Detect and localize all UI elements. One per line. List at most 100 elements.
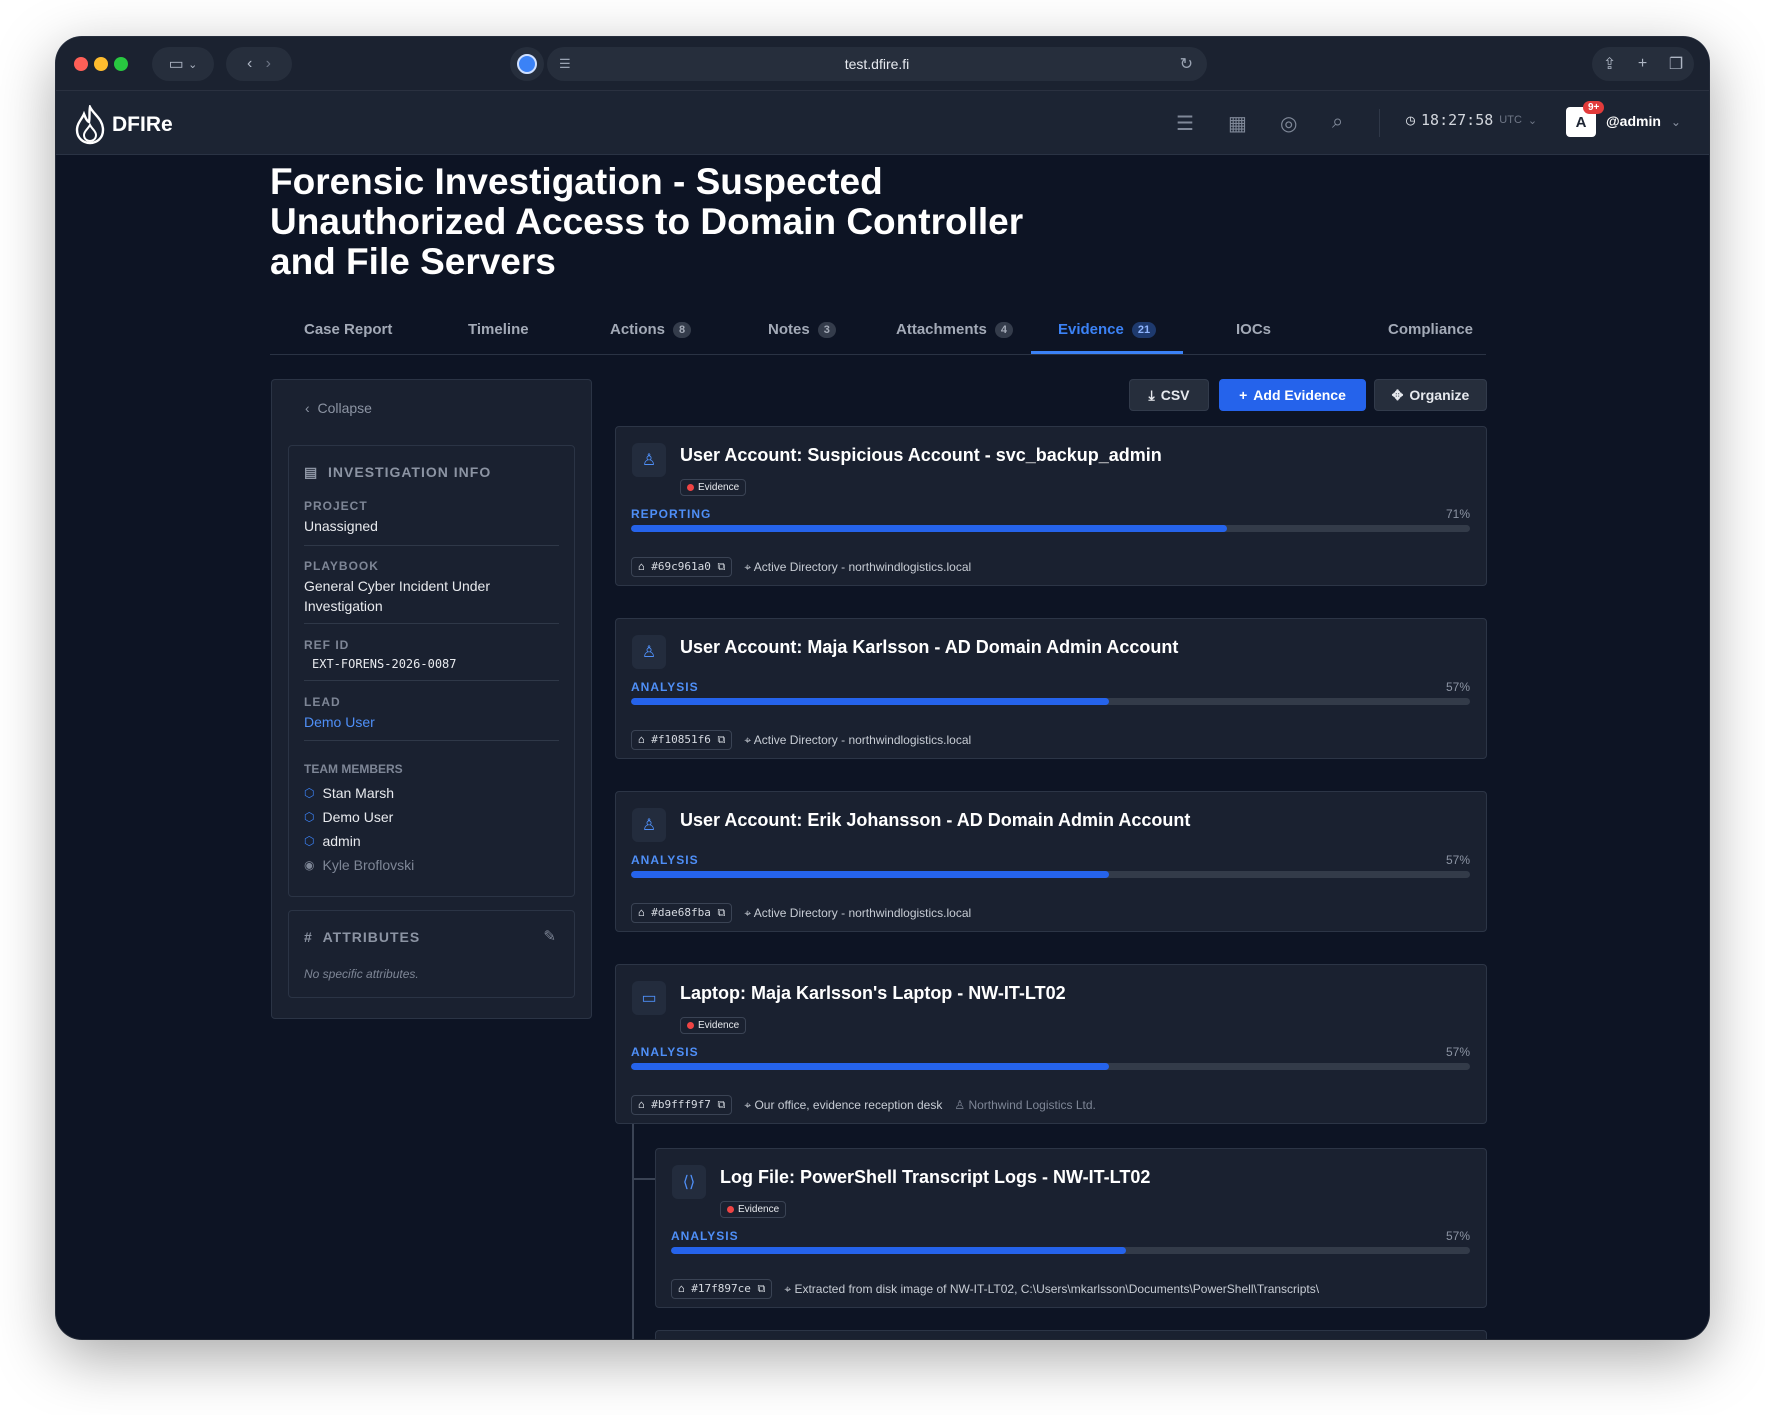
hash-tag[interactable]: ⌂ #b9fff9f7 ⧉ bbox=[631, 1095, 733, 1115]
investigation-info-heading: ▤ INVESTIGATION INFO bbox=[304, 464, 492, 480]
hash-tag[interactable]: ⌂ #f10851f6 ⧉ bbox=[631, 730, 733, 750]
clock-time: 18:27:58 bbox=[1421, 111, 1494, 129]
tabs-overview-icon[interactable]: ❐ bbox=[1669, 54, 1683, 74]
evidence-card[interactable]: ♙ User Account: Maja Karlsson - AD Domai… bbox=[615, 618, 1487, 759]
case-tabs: Case Report Timeline Actions 8 Notes 3 Att… bbox=[270, 313, 1486, 355]
tab-notes[interactable]: Notes 3 bbox=[768, 321, 836, 338]
tag-icon: ⌂ bbox=[638, 560, 645, 573]
tab-timeline[interactable]: Timeline bbox=[468, 321, 529, 338]
playbook-value: General Cyber Incident Under Investigati… bbox=[304, 578, 490, 614]
tab-compliance[interactable]: Compliance bbox=[1388, 321, 1473, 338]
active-tab-indicator bbox=[1031, 351, 1183, 354]
tree-connector bbox=[632, 1124, 634, 1339]
chevron-down-icon: ⌄ bbox=[188, 58, 198, 71]
minimize-window-button[interactable] bbox=[94, 57, 108, 71]
evidence-card[interactable]: ♙ User Account: Erik Johansson - AD Doma… bbox=[615, 791, 1487, 932]
evidence-card[interactable]: ♙ User Account: Suspicious Account - svc… bbox=[615, 426, 1487, 586]
tag-icon: ⌂ bbox=[678, 1282, 685, 1295]
app-logo[interactable]: DFIRe bbox=[74, 105, 173, 145]
evidence-stage: ANALYSIS bbox=[671, 1229, 739, 1243]
team-members-label: TEAM MEMBERS bbox=[304, 762, 403, 776]
search-icon[interactable]: ⌕ bbox=[1332, 111, 1343, 134]
header-divider bbox=[1379, 109, 1380, 137]
history-nav: ‹ › bbox=[226, 47, 292, 81]
forward-icon[interactable]: › bbox=[266, 55, 271, 73]
reload-icon[interactable]: ↻ bbox=[1180, 54, 1193, 74]
user-icon: ♙ bbox=[632, 635, 666, 669]
clock-icon: ◷ bbox=[1406, 111, 1416, 129]
evidence-card[interactable]: ▭ Laptop: Maja Karlsson's Laptop - NW-IT… bbox=[615, 964, 1487, 1124]
building-icon[interactable]: ▦ bbox=[1228, 111, 1247, 136]
clock[interactable]: ◷ 18:27:58 UTC ⌄ bbox=[1406, 111, 1537, 129]
hash-tag[interactable]: ⌂ #dae68fba ⧉ bbox=[631, 903, 733, 923]
copy-icon: ⧉ bbox=[757, 1282, 766, 1295]
refid-label: REF ID bbox=[304, 638, 350, 652]
evidence-stage: REPORTING bbox=[631, 507, 712, 521]
address-bar[interactable]: ☰ test.dfire.fi ↻ bbox=[547, 47, 1207, 81]
evidence-percent: 57% bbox=[1445, 680, 1470, 694]
tab-attachments[interactable]: Attachments 4 bbox=[896, 321, 1013, 338]
password-manager-icon[interactable] bbox=[510, 47, 544, 81]
organize-button[interactable]: ✥ Organize bbox=[1374, 379, 1487, 411]
app-name: DFIRe bbox=[112, 113, 173, 136]
evidence-card-child[interactable]: ⟨⟩ Log File: PowerShell Transcript Logs … bbox=[655, 1148, 1487, 1308]
evidence-meta: ⌂ #b9fff9f7 ⧉ ⌖ Our office, evidence rec… bbox=[631, 1095, 1096, 1115]
project-value: Unassigned bbox=[304, 518, 378, 534]
chevron-down-icon: ⌄ bbox=[1527, 114, 1538, 127]
collapse-button[interactable]: ‹ Collapse bbox=[305, 400, 372, 416]
location-pin-icon: ⌖ bbox=[784, 1281, 792, 1296]
chevron-left-icon: ‹ bbox=[305, 400, 310, 416]
progress-bar bbox=[631, 1063, 1470, 1070]
user-menu[interactable]: @admin ⌄ bbox=[1606, 113, 1681, 129]
hash-tag[interactable]: ⌂ #69c961a0 ⧉ bbox=[631, 557, 733, 577]
username: @admin bbox=[1606, 113, 1661, 129]
zoom-window-button[interactable] bbox=[114, 57, 128, 71]
back-icon[interactable]: ‹ bbox=[247, 55, 252, 73]
close-window-button[interactable] bbox=[74, 57, 88, 71]
sidebar-toggle-button[interactable]: ▭ ⌄ bbox=[152, 47, 214, 81]
copy-icon: ⧉ bbox=[717, 906, 726, 919]
export-csv-button[interactable]: ⤓ CSV bbox=[1129, 379, 1209, 411]
divider bbox=[304, 680, 559, 681]
notification-badge[interactable]: 9+ bbox=[1583, 101, 1605, 114]
playbook-label: PLAYBOOK bbox=[304, 559, 379, 573]
tab-case-report[interactable]: Case Report bbox=[304, 321, 392, 338]
page-settings-icon[interactable]: ☰ bbox=[559, 56, 571, 72]
location-pin-icon: ⌖ bbox=[744, 559, 752, 574]
sidebar-icon: ▭ bbox=[168, 56, 184, 73]
copy-icon: ⧉ bbox=[717, 560, 726, 573]
owner: ♙ Northwind Logistics Ltd. bbox=[954, 1098, 1096, 1112]
tab-iocs[interactable]: IOCs bbox=[1236, 321, 1271, 338]
location-pin-icon: ⌖ bbox=[744, 905, 752, 920]
evidence-percent: 57% bbox=[1445, 853, 1470, 867]
add-evidence-button[interactable]: + Add Evidence bbox=[1219, 379, 1366, 411]
url-text: test.dfire.fi bbox=[844, 56, 910, 72]
hash-tag[interactable]: ⌂ #17f897ce ⧉ bbox=[671, 1279, 773, 1299]
edit-icon[interactable]: ✎ bbox=[543, 927, 556, 945]
fingerprint-icon[interactable]: ◎ bbox=[1280, 111, 1297, 136]
lead-link[interactable]: Demo User bbox=[304, 712, 375, 732]
location: ⌖ Active Directory - northwindlogistics.… bbox=[744, 905, 972, 920]
new-tab-icon[interactable]: + bbox=[1638, 55, 1647, 73]
project-label: PROJECT bbox=[304, 499, 368, 513]
eye-icon: ◉ bbox=[304, 858, 315, 872]
progress-bar bbox=[671, 1247, 1470, 1254]
list-icon[interactable]: ☰ bbox=[1176, 111, 1194, 136]
tab-count: 4 bbox=[994, 321, 1013, 338]
refid-value: EXT-FORENS-2026-0087 bbox=[312, 657, 457, 671]
code-file-icon: ⟨⟩ bbox=[672, 1165, 706, 1199]
flame-logo-icon bbox=[75, 105, 105, 145]
divider bbox=[304, 740, 559, 741]
share-icon[interactable]: ⇪ bbox=[1603, 54, 1616, 74]
chevron-down-icon: ⌄ bbox=[1670, 115, 1681, 129]
evidence-title: Laptop: Maja Karlsson's Laptop - NW-IT-L… bbox=[680, 983, 1066, 1003]
tag-icon: ⌂ bbox=[638, 1098, 645, 1111]
tab-evidence[interactable]: Evidence 21 bbox=[1058, 321, 1157, 338]
evidence-card-child[interactable] bbox=[655, 1330, 1487, 1339]
person-icon: ♙ bbox=[954, 1098, 966, 1112]
evidence-title: User Account: Erik Johansson - AD Domain… bbox=[680, 810, 1191, 830]
evidence-meta: ⌂ #dae68fba ⧉ ⌖ Active Directory - north… bbox=[631, 903, 971, 923]
tab-actions[interactable]: Actions 8 bbox=[610, 321, 692, 338]
progress-bar bbox=[631, 698, 1470, 705]
location-pin-icon: ⌖ bbox=[744, 1097, 752, 1112]
